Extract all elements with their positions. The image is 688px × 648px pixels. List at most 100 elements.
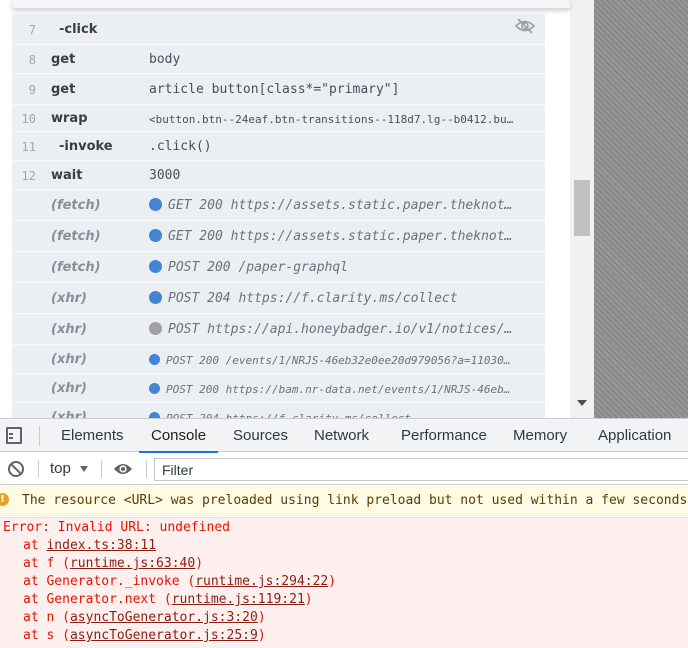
command-row[interactable]: (xhr) POST 204 https://f.clarity.ms/colle… bbox=[12, 283, 545, 314]
tab-performance[interactable]: Performance bbox=[401, 419, 487, 452]
command-name: -click bbox=[59, 21, 98, 37]
command-message: POST 204 https://f.clarity.ms/collect bbox=[149, 290, 537, 306]
eye-slash-icon[interactable] bbox=[515, 18, 535, 34]
source-link[interactable]: runtime.js:294:22 bbox=[195, 574, 328, 589]
stack-frame: at s (asyncToGenerator.js:25:9) bbox=[23, 628, 266, 643]
triangle-down-icon[interactable] bbox=[80, 466, 88, 472]
command-message: <button.btn--24eaf.btn-transitions--118d… bbox=[149, 113, 537, 126]
console-toolbar: top bbox=[0, 453, 688, 485]
command-name: get bbox=[51, 81, 76, 97]
command-message: POST 200 https://bam.nr-data.net/events/… bbox=[149, 382, 537, 396]
command-row[interactable]: 7 -click bbox=[12, 14, 545, 45]
command-row[interactable]: 8 get body bbox=[12, 45, 545, 74]
command-row[interactable]: (xhr) POST 204 https://f.clarity.ms/colle… bbox=[12, 403, 545, 418]
command-row[interactable]: (xhr) POST https://api.honeybadger.io/v1/… bbox=[12, 314, 545, 345]
command-number: 9 bbox=[28, 82, 36, 97]
context-selector[interactable]: top bbox=[50, 453, 71, 485]
stack-frame: at f (runtime.js:63:40) bbox=[23, 556, 204, 571]
divider bbox=[101, 460, 102, 478]
command-row[interactable]: 11 -invoke .click() bbox=[12, 132, 545, 161]
stack-frame: at Generator._invoke (runtime.js:294:22) bbox=[23, 574, 337, 589]
frame-prefix: at bbox=[23, 538, 47, 553]
command-name: get bbox=[51, 51, 76, 67]
frame-function: Generator._invoke bbox=[46, 574, 188, 589]
error-message: Error: Invalid URL: undefined bbox=[3, 520, 230, 535]
devtools-tab-bar: Elements Console Sources Network Performance… bbox=[0, 419, 688, 453]
toggle-device-icon[interactable] bbox=[6, 427, 22, 444]
frame-function: n bbox=[46, 610, 63, 625]
command-row[interactable]: 10 wrap <button.btn--24eaf.btn-transitions… bbox=[12, 105, 545, 132]
eye-icon[interactable] bbox=[113, 462, 133, 476]
command-message: POST 200 /events/1/NRJS-46eb32e0ee20d979… bbox=[149, 353, 537, 367]
source-link[interactable]: runtime.js:63:40 bbox=[70, 556, 195, 571]
divider bbox=[38, 460, 39, 478]
command-number: 7 bbox=[28, 22, 36, 37]
clear-console-icon[interactable] bbox=[8, 461, 24, 477]
command-log-panel: 7 -click 8 get body 9 get article button[class*… bbox=[0, 0, 594, 418]
command-number: 11 bbox=[21, 139, 36, 154]
command-message-text: POST 204 https://f.clarity.ms/collect bbox=[168, 290, 458, 306]
scroll-down-arrow-icon[interactable] bbox=[577, 400, 587, 406]
command-name: wait bbox=[51, 167, 83, 183]
command-name: (fetch) bbox=[51, 197, 101, 213]
command-name: (xhr) bbox=[51, 321, 87, 337]
tab-console[interactable]: Console bbox=[138, 419, 219, 453]
stack-frame: at Generator.next (runtime.js:119:21) bbox=[23, 592, 313, 607]
command-message-text: POST 200 /events/1/NRJS-46eb32e0ee20d979… bbox=[166, 353, 511, 367]
command-message-text: POST 200 /paper-graphql bbox=[168, 259, 349, 275]
request-status-dot-icon bbox=[149, 382, 160, 394]
command-row[interactable]: (xhr) POST 200 /events/1/NRJS-46eb32e0ee2… bbox=[12, 345, 545, 374]
command-number: 12 bbox=[21, 168, 36, 183]
command-message-text: POST 200 https://bam.nr-data.net/events/… bbox=[166, 382, 511, 396]
frame-prefix: at bbox=[23, 628, 47, 643]
console-output: ! The resource <URL> was preloaded using… bbox=[0, 486, 688, 648]
tab-sources[interactable]: Sources bbox=[233, 419, 288, 452]
warning-icon: ! bbox=[0, 493, 9, 506]
source-link[interactable]: asyncToGenerator.js:25:9 bbox=[70, 628, 258, 643]
request-status-dot-icon bbox=[149, 228, 162, 242]
command-name: (xhr) bbox=[51, 380, 87, 396]
source-link[interactable]: index.ts:38:11 bbox=[46, 538, 156, 553]
command-row[interactable]: (fetch) POST 200 /paper-graphql bbox=[12, 252, 545, 283]
command-message-text: POST https://api.honeybadger.io/v1/notic… bbox=[168, 321, 513, 337]
filter-input[interactable] bbox=[154, 458, 688, 481]
command-row[interactable]: 12 wait 3000 bbox=[12, 161, 545, 190]
frame-prefix: at bbox=[23, 610, 47, 625]
command-row[interactable]: (fetch) GET 200 https://assets.static.pap… bbox=[12, 190, 545, 221]
divider bbox=[146, 460, 147, 478]
command-list: 7 -click 8 get body 9 get article button[class*… bbox=[12, 14, 545, 418]
warning-message: The resource <URL> was preloaded using l… bbox=[22, 493, 688, 508]
request-status-dot-icon bbox=[149, 321, 162, 335]
request-status-dot-icon bbox=[149, 259, 162, 273]
frame-function: f bbox=[46, 556, 63, 571]
tab-network[interactable]: Network bbox=[314, 419, 369, 452]
command-row[interactable]: 9 get article button[class*="primary"] bbox=[12, 74, 545, 105]
command-message-text: .click() bbox=[149, 138, 212, 154]
tab-memory[interactable]: Memory bbox=[513, 419, 567, 452]
source-link[interactable]: runtime.js:119:21 bbox=[172, 592, 305, 607]
command-message-text: 3000 bbox=[149, 167, 181, 183]
command-name: (xhr) bbox=[51, 290, 87, 306]
command-message: .click() bbox=[149, 139, 537, 154]
tab-application[interactable]: Application bbox=[598, 419, 671, 452]
command-row[interactable]: (xhr) POST 200 https://bam.nr-data.net/ev… bbox=[12, 374, 545, 403]
command-message: article button[class*="primary"] bbox=[149, 82, 537, 97]
command-message: GET 200 https://assets.static.paper.thek… bbox=[149, 197, 537, 213]
frame-function: s bbox=[46, 628, 63, 643]
command-message: POST 200 /paper-graphql bbox=[149, 259, 537, 275]
tab-elements[interactable]: Elements bbox=[61, 419, 124, 452]
vertical-scrollbar[interactable] bbox=[570, 0, 594, 418]
frame-prefix: at bbox=[23, 574, 47, 589]
scrollbar-thumb[interactable] bbox=[574, 180, 590, 236]
command-message-text: <button.btn--24eaf.btn-transitions--118d… bbox=[149, 112, 514, 126]
request-status-dot-icon bbox=[149, 197, 162, 211]
previous-command-edge bbox=[12, 0, 570, 9]
request-status-dot-icon bbox=[149, 290, 162, 304]
source-link[interactable]: asyncToGenerator.js:3:20 bbox=[70, 610, 258, 625]
command-name: -invoke bbox=[59, 138, 113, 154]
command-row[interactable]: (fetch) GET 200 https://assets.static.pap… bbox=[12, 221, 545, 252]
command-name: (fetch) bbox=[51, 228, 101, 244]
console-error: Error: Invalid URL: undefined at index.t… bbox=[0, 517, 688, 648]
command-name: (fetch) bbox=[51, 259, 101, 275]
command-name: (xhr) bbox=[51, 351, 87, 367]
